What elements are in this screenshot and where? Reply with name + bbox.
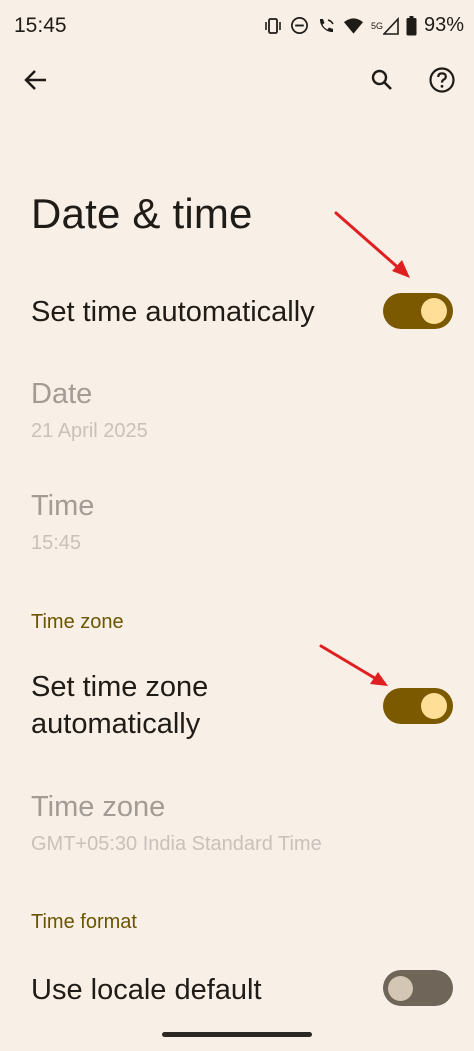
home-indicator[interactable] — [162, 1032, 312, 1037]
status-time: 15:45 — [14, 14, 67, 37]
signal-icon: 5G — [370, 16, 399, 35]
battery-icon — [406, 15, 417, 36]
help-icon — [429, 67, 455, 93]
toggle-knob — [388, 975, 413, 1001]
page-title: Date & time — [31, 190, 253, 237]
toggle-knob — [421, 298, 447, 324]
set-time-zone-automatically-label-line1: Set time zone — [31, 671, 209, 703]
time-format-section-header: Time format — [31, 911, 137, 933]
time-zone-row: Time zone GMT+05:30 India Standard Time — [0, 783, 474, 863]
date-value: 21 April 2025 — [31, 420, 148, 442]
help-button[interactable] — [422, 60, 462, 100]
wifi-calling-icon — [316, 16, 336, 36]
set-time-zone-automatically-row[interactable]: Set time zone automatically — [0, 666, 474, 750]
vibrate-icon — [263, 16, 283, 36]
use-locale-default-row[interactable]: Use locale default — [0, 958, 474, 1022]
date-label: Date — [31, 378, 93, 410]
use-locale-default-label: Use locale default — [31, 974, 262, 1006]
use-locale-default-toggle[interactable] — [383, 970, 453, 1006]
arrow-back-icon — [24, 70, 46, 90]
time-zone-label: Time zone — [31, 791, 166, 823]
annotation-arrow-2 — [319, 644, 388, 686]
wifi-icon — [343, 17, 364, 35]
search-button[interactable] — [362, 60, 402, 100]
time-zone-value: GMT+05:30 India Standard Time — [31, 833, 322, 855]
annotation-arrow-1 — [334, 211, 410, 278]
time-value: 15:45 — [31, 532, 82, 554]
set-time-automatically-row[interactable]: Set time automatically — [0, 282, 474, 346]
search-icon — [371, 69, 392, 90]
time-zone-section-header: Time zone — [31, 611, 124, 633]
network-type-label: 5G — [370, 20, 383, 31]
set-time-automatically-label: Set time automatically — [31, 296, 315, 328]
status-icons: 5G 93% — [263, 14, 464, 37]
dnd-icon — [290, 16, 309, 35]
set-time-zone-automatically-label-line2: automatically — [31, 708, 201, 740]
back-button[interactable] — [16, 60, 56, 100]
time-label: Time — [31, 490, 95, 522]
date-row: Date 21 April 2025 — [0, 370, 474, 450]
toggle-knob — [421, 693, 447, 719]
set-time-zone-automatically-toggle[interactable] — [383, 688, 453, 724]
time-row: Time 15:45 — [0, 482, 474, 562]
battery-percent: 93% — [423, 14, 464, 36]
set-time-automatically-toggle[interactable] — [383, 293, 453, 329]
